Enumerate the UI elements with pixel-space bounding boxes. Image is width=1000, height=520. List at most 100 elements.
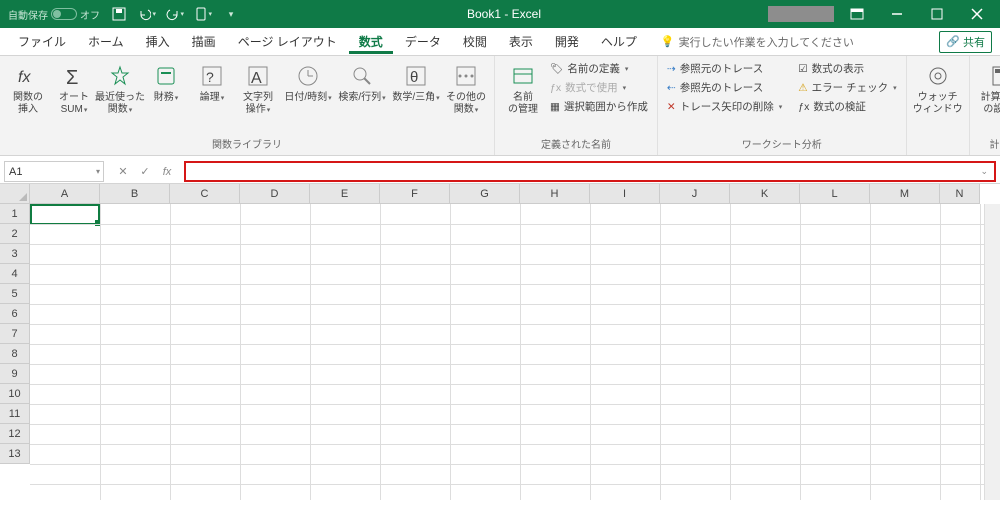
watch-window-button[interactable]: ウォッチ ウィンドウ <box>913 60 963 116</box>
trace-dep-icon: ⇠ <box>667 82 676 94</box>
evaluate-icon: ƒx <box>798 101 809 113</box>
fx-icon: fx <box>14 62 42 90</box>
more-functions-button[interactable]: その他の 関数▾ <box>444 60 488 116</box>
window-close-icon[interactable] <box>960 0 994 28</box>
more-icon <box>452 62 480 90</box>
insert-function-icon[interactable]: fx <box>160 166 174 178</box>
undo-icon[interactable]: ▾ <box>138 5 156 23</box>
star-icon <box>106 62 134 90</box>
column-header-B[interactable]: B <box>100 184 170 204</box>
column-header-N[interactable]: N <box>940 184 980 204</box>
tell-me-search[interactable]: 💡 実行したい作業を入力してください <box>661 34 854 50</box>
clock-icon <box>294 62 322 90</box>
save-icon[interactable] <box>110 5 128 23</box>
logical-icon: ? <box>198 62 226 90</box>
window-maximize-icon[interactable] <box>920 0 954 28</box>
cancel-formula-icon[interactable]: ✕ <box>116 165 130 178</box>
warning-icon: ⚠ <box>798 82 807 94</box>
tab-page-layout[interactable]: ページ レイアウト <box>228 29 347 54</box>
calculation-options-button[interactable]: 計算方法 の設定▾ <box>976 60 1000 116</box>
chevron-down-icon[interactable]: ▾ <box>96 167 100 176</box>
autosave-toggle[interactable]: 自動保存 オフ <box>8 7 100 22</box>
column-header-L[interactable]: L <box>800 184 870 204</box>
share-button[interactable]: 🔗 共有 <box>939 31 992 53</box>
datetime-button[interactable]: 日付/時刻▾ <box>282 60 334 104</box>
window-minimize-icon[interactable] <box>880 0 914 28</box>
worksheet-grid[interactable]: 12345678910111213 <box>0 204 1000 500</box>
tab-insert[interactable]: 挿入 <box>136 29 180 54</box>
show-formulas-button[interactable]: ☑数式の表示 <box>795 60 899 77</box>
create-from-selection-button[interactable]: ▦選択範囲から作成 <box>547 98 651 115</box>
redo-icon[interactable]: ▾ <box>166 5 184 23</box>
tab-help[interactable]: ヘルプ <box>591 29 647 54</box>
lookup-button[interactable]: 検索/行列▾ <box>336 60 388 104</box>
column-header-H[interactable]: H <box>520 184 590 204</box>
row-header-1[interactable]: 1 <box>0 204 30 224</box>
select-all-cells[interactable] <box>0 184 30 204</box>
row-header-4[interactable]: 4 <box>0 264 30 284</box>
remove-arrows-icon: ✕ <box>667 101 676 113</box>
row-header-5[interactable]: 5 <box>0 284 30 304</box>
column-header-K[interactable]: K <box>730 184 800 204</box>
text-button[interactable]: A 文字列 操作▾ <box>236 60 280 116</box>
calc-icon <box>987 62 1000 90</box>
column-header-E[interactable]: E <box>310 184 380 204</box>
financial-button[interactable]: 財務▾ <box>144 60 188 104</box>
row-header-2[interactable]: 2 <box>0 224 30 244</box>
row-header-13[interactable]: 13 <box>0 444 30 464</box>
autosum-button[interactable]: Σ オート SUM▾ <box>52 60 96 116</box>
trace-prec-icon: ⇢ <box>667 63 676 75</box>
document-title: Book1 - Excel <box>240 7 768 21</box>
trace-dependents-button[interactable]: ⇠参照先のトレース <box>664 79 785 96</box>
tab-draw[interactable]: 描画 <box>182 29 226 54</box>
name-box[interactable]: A1 ▾ <box>4 161 104 182</box>
theta-icon: θ <box>402 62 430 90</box>
row-header-6[interactable]: 6 <box>0 304 30 324</box>
math-button[interactable]: θ 数学/三角▾ <box>390 60 442 104</box>
expand-formula-bar-icon[interactable]: ⌄ <box>980 166 988 177</box>
column-header-A[interactable]: A <box>30 184 100 204</box>
touch-mode-icon[interactable]: ▾ <box>194 5 212 23</box>
tab-review[interactable]: 校閲 <box>453 29 497 54</box>
logical-button[interactable]: ? 論理▾ <box>190 60 234 104</box>
row-header-12[interactable]: 12 <box>0 424 30 444</box>
tab-developer[interactable]: 開発 <box>545 29 589 54</box>
trace-precedents-button[interactable]: ⇢参照元のトレース <box>664 60 785 77</box>
enter-formula-icon[interactable]: ✓ <box>138 165 152 178</box>
evaluate-formula-button[interactable]: ƒx数式の検証 <box>795 98 899 115</box>
vertical-scrollbar[interactable] <box>984 204 1000 500</box>
column-header-C[interactable]: C <box>170 184 240 204</box>
autosave-state: オフ <box>80 7 100 22</box>
text-icon: A <box>244 62 272 90</box>
define-name-button[interactable]: 🏷名前の定義 ▾ <box>547 60 651 77</box>
svg-text:θ: θ <box>410 69 418 86</box>
tab-data[interactable]: データ <box>395 29 451 54</box>
customize-qat-icon[interactable]: ▾ <box>222 5 240 23</box>
column-header-G[interactable]: G <box>450 184 520 204</box>
row-header-9[interactable]: 9 <box>0 364 30 384</box>
remove-arrows-button[interactable]: ✕トレース矢印の削除 ▾ <box>664 98 785 115</box>
column-header-F[interactable]: F <box>380 184 450 204</box>
column-header-I[interactable]: I <box>590 184 660 204</box>
ribbon-display-options-icon[interactable] <box>840 0 874 28</box>
tab-file[interactable]: ファイル <box>8 29 76 54</box>
row-header-11[interactable]: 11 <box>0 404 30 424</box>
column-header-D[interactable]: D <box>240 184 310 204</box>
row-header-7[interactable]: 7 <box>0 324 30 344</box>
column-header-M[interactable]: M <box>870 184 940 204</box>
show-formulas-icon: ☑ <box>798 63 807 75</box>
name-manager-button[interactable]: 名前 の管理 <box>501 60 545 116</box>
row-header-3[interactable]: 3 <box>0 244 30 264</box>
recent-functions-button[interactable]: 最近使った 関数▾ <box>98 60 142 116</box>
formula-bar[interactable]: ⌄ <box>184 161 996 182</box>
row-header-8[interactable]: 8 <box>0 344 30 364</box>
tab-formulas[interactable]: 数式 <box>349 29 393 54</box>
insert-function-button[interactable]: fx 関数の 挿入 <box>6 60 50 116</box>
row-header-10[interactable]: 10 <box>0 384 30 404</box>
error-check-button[interactable]: ⚠エラー チェック ▾ <box>795 79 899 96</box>
group-watch-label <box>913 149 963 153</box>
tab-home[interactable]: ホーム <box>78 29 134 54</box>
user-account[interactable] <box>768 6 834 22</box>
tab-view[interactable]: 表示 <box>499 29 543 54</box>
column-header-J[interactable]: J <box>660 184 730 204</box>
